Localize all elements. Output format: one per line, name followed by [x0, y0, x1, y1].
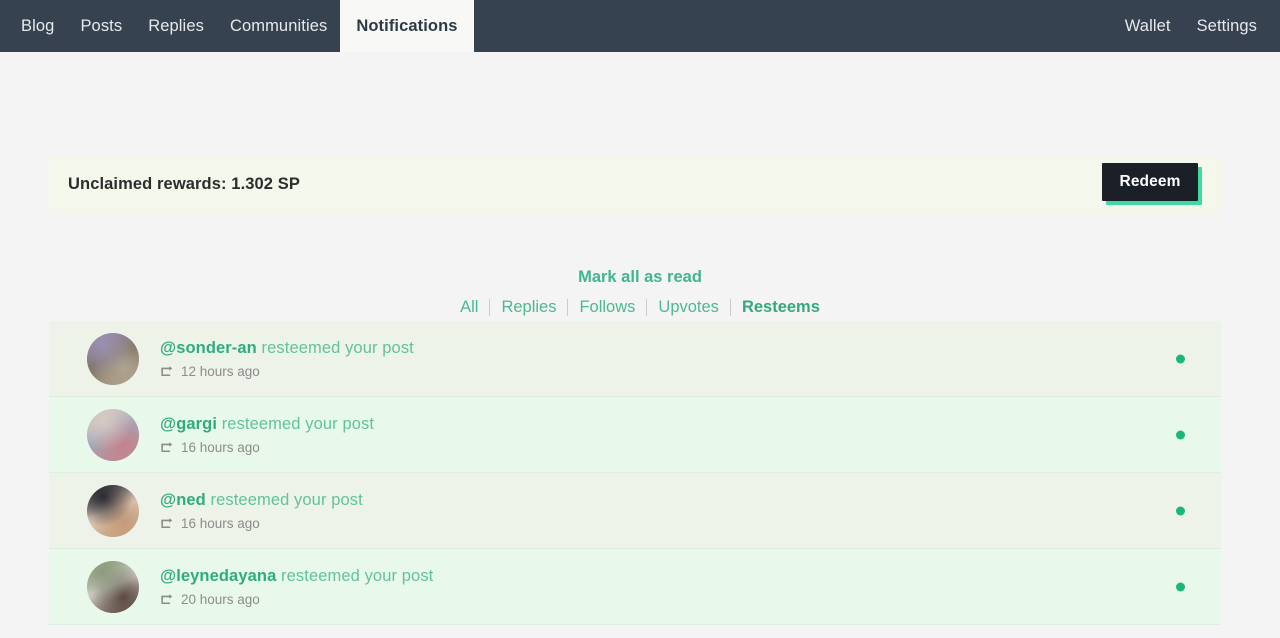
unread-indicator-dot: [1176, 506, 1185, 516]
nav-item-notifications[interactable]: Notifications: [340, 0, 474, 52]
avatar-image: [87, 333, 139, 385]
notification-meta: 16 hours ago: [160, 516, 363, 532]
avatar-image: [87, 561, 139, 613]
filter-tab-resteems[interactable]: Resteems: [731, 297, 831, 317]
unread-indicator-dot: [1176, 430, 1185, 440]
notification-meta: 12 hours ago: [160, 364, 414, 380]
nav-item-settings[interactable]: Settings: [1184, 0, 1270, 52]
notification-action: resteemed your post: [276, 566, 434, 585]
secondary-nav: Wallet Settings: [1112, 0, 1280, 52]
notification-timestamp: 16 hours ago: [181, 515, 260, 531]
unread-indicator-dot: [1176, 354, 1185, 364]
notification-row[interactable]: @ned resteemed your post 16 hours ago: [49, 473, 1221, 549]
notification-username[interactable]: @leynedayana: [160, 567, 276, 585]
avatar[interactable]: [87, 333, 139, 385]
primary-nav: Blog Posts Replies Communities Notifications: [0, 0, 474, 52]
notification-text: @leynedayana resteemed your post: [160, 567, 433, 586]
notification-timestamp: 12 hours ago: [181, 363, 260, 379]
unclaimed-rewards-banner: Unclaimed rewards: 1.302 SP Redeem: [49, 155, 1221, 213]
top-navbar: Blog Posts Replies Communities Notifications…: [0, 0, 1280, 52]
resteem-icon: [160, 517, 174, 530]
notification-meta: 20 hours ago: [160, 592, 433, 608]
notification-action: resteemed your post: [256, 338, 414, 357]
notification-username[interactable]: @gargi: [160, 415, 217, 433]
resteem-icon: [160, 441, 174, 454]
avatar-image: [87, 409, 139, 461]
notification-action: resteemed your post: [205, 490, 363, 509]
notification-list: @sonder-an resteemed your post 12 hours a…: [49, 321, 1221, 625]
redeem-button[interactable]: Redeem: [1102, 163, 1198, 201]
notification-timestamp: 20 hours ago: [181, 591, 260, 607]
notification-row[interactable]: @gargi resteemed your post 16 hours ago: [49, 397, 1221, 473]
avatar[interactable]: [87, 409, 139, 461]
notification-meta: 16 hours ago: [160, 440, 374, 456]
avatar-image: [87, 485, 139, 537]
notification-text: @ned resteemed your post: [160, 491, 363, 510]
notification-body: @sonder-an resteemed your post 12 hours a…: [160, 339, 414, 380]
nav-item-communities[interactable]: Communities: [217, 0, 340, 52]
page-content: Unclaimed rewards: 1.302 SP Redeem Mark …: [0, 52, 1280, 638]
notification-username[interactable]: @ned: [160, 491, 206, 509]
redeem-button-wrap: Redeem: [1102, 163, 1202, 205]
unclaimed-rewards-text: Unclaimed rewards: 1.302 SP: [68, 174, 300, 193]
filter-tab-all[interactable]: All: [449, 297, 489, 317]
notification-row[interactable]: @leynedayana resteemed your post 20 hours…: [49, 549, 1221, 625]
filter-tab-follows[interactable]: Follows: [568, 297, 646, 317]
resteem-icon: [160, 593, 174, 606]
notification-body: @leynedayana resteemed your post 20 hours…: [160, 567, 433, 608]
nav-item-blog[interactable]: Blog: [8, 0, 67, 52]
notification-username[interactable]: @sonder-an: [160, 339, 257, 357]
avatar[interactable]: [87, 561, 139, 613]
nav-item-wallet[interactable]: Wallet: [1112, 0, 1184, 52]
nav-item-posts[interactable]: Posts: [67, 0, 135, 52]
notification-timestamp: 16 hours ago: [181, 439, 260, 455]
notification-filter-tabs: All Replies Follows Upvotes Resteems: [0, 297, 1280, 317]
mark-all-as-read-button[interactable]: Mark all as read: [0, 268, 1280, 287]
notification-action: resteemed your post: [217, 414, 375, 433]
notification-text: @sonder-an resteemed your post: [160, 339, 414, 358]
filter-tab-replies[interactable]: Replies: [490, 297, 567, 317]
filter-tab-upvotes[interactable]: Upvotes: [647, 297, 730, 317]
notification-text: @gargi resteemed your post: [160, 415, 374, 434]
notification-body: @gargi resteemed your post 16 hours ago: [160, 415, 374, 456]
nav-item-replies[interactable]: Replies: [135, 0, 217, 52]
unread-indicator-dot: [1176, 582, 1185, 592]
avatar[interactable]: [87, 485, 139, 537]
notification-body: @ned resteemed your post 16 hours ago: [160, 491, 363, 532]
row-divider: [49, 624, 1221, 625]
notification-row[interactable]: @sonder-an resteemed your post 12 hours a…: [49, 321, 1221, 397]
resteem-icon: [160, 365, 174, 378]
